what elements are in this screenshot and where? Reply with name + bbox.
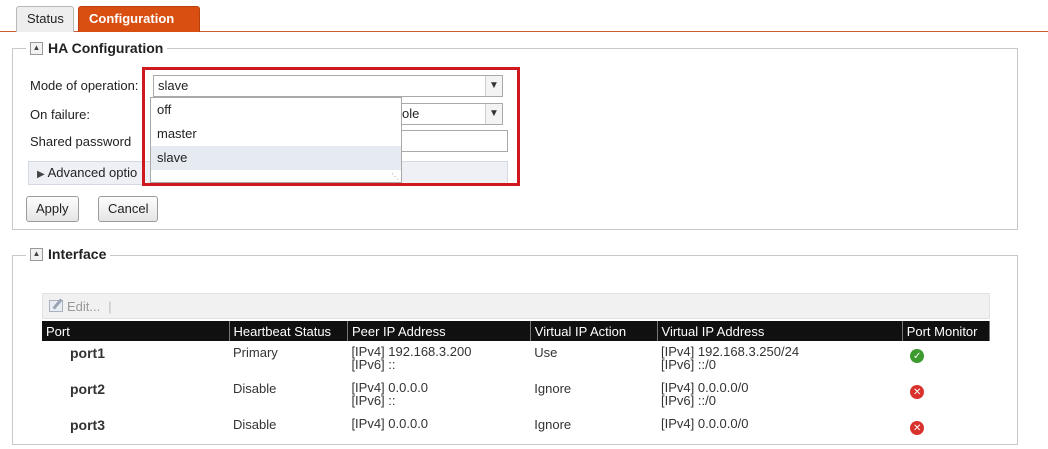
- vip-action-cell: Ignore: [534, 381, 572, 396]
- x-circle-icon: ✕: [910, 385, 925, 399]
- vip-ipv6: [IPv6] ::/0: [661, 357, 716, 372]
- mode-of-operation-select[interactable]: slave ▼: [153, 75, 503, 97]
- collapse-icon[interactable]: ▲: [30, 41, 43, 55]
- mode-of-operation-dropdown: off master slave ⋱: [150, 97, 402, 183]
- ha-configuration-legend: ▲ HA Configuration: [26, 40, 168, 56]
- on-failure-value: ole: [402, 106, 420, 121]
- toolbar-separator: |: [108, 298, 112, 314]
- shared-password-label: Shared password: [30, 134, 132, 149]
- peer-ipv6: [IPv6] ::: [351, 357, 396, 372]
- tab-bar: Status Configuration: [0, 0, 1048, 32]
- vip-action-cell: Ignore: [534, 417, 572, 432]
- column-header-virtual-ip-action[interactable]: Virtual IP Action: [530, 321, 658, 341]
- column-header-peer-ip-address[interactable]: Peer IP Address: [347, 321, 531, 341]
- vip-ipv4: [IPv4] 0.0.0.0/0: [661, 416, 749, 431]
- table-row[interactable]: port2 Disable [IPv4] 0.0.0.0 [IPv6] :: I…: [42, 377, 990, 413]
- heartbeat-cell: Disable: [233, 381, 277, 396]
- vip-address-cell: [IPv4] 0.0.0.0/0 [IPv6] ::/0: [657, 377, 902, 413]
- x-circle-icon: ✕: [910, 421, 925, 435]
- dropdown-option-slave[interactable]: slave: [151, 146, 401, 170]
- interface-legend: ▲ Interface: [26, 246, 111, 262]
- edit-icon[interactable]: [49, 300, 63, 312]
- dropdown-option-master[interactable]: master: [151, 122, 401, 146]
- edit-button[interactable]: Edit...: [67, 299, 100, 314]
- table-row[interactable]: port1 Primary [IPv4] 192.168.3.200 [IPv6…: [42, 341, 990, 377]
- column-header-port[interactable]: Port: [42, 321, 230, 341]
- tab-configuration[interactable]: Configuration: [78, 6, 200, 32]
- dropdown-option-off[interactable]: off: [151, 98, 401, 122]
- vip-address-cell: [IPv4] 192.168.3.250/24 [IPv6] ::/0: [657, 341, 902, 377]
- column-header-virtual-ip-address[interactable]: Virtual IP Address: [657, 321, 903, 341]
- vip-ipv6: [IPv6] ::/0: [661, 393, 716, 408]
- port-cell: port1: [70, 345, 105, 361]
- peer-ip-cell: [IPv4] 192.168.3.200 [IPv6] ::: [347, 341, 530, 377]
- port-monitor-cell: ✕: [902, 413, 989, 449]
- port-cell: port3: [70, 417, 105, 433]
- port-cell: port2: [70, 381, 105, 397]
- heartbeat-cell: Disable: [233, 417, 277, 432]
- table-row[interactable]: port3 Disable [IPv4] 0.0.0.0 Ignore [IPv…: [42, 413, 990, 449]
- advanced-options-label: Advanced optio: [47, 165, 138, 180]
- peer-ipv4: [IPv4] 0.0.0.0: [351, 416, 429, 431]
- column-header-heartbeat-status[interactable]: Heartbeat Status: [229, 321, 348, 341]
- column-header-port-monitor[interactable]: Port Monitor: [902, 321, 991, 341]
- heartbeat-cell: Primary: [233, 345, 278, 360]
- mode-of-operation-label: Mode of operation:: [30, 78, 139, 93]
- cancel-button[interactable]: Cancel: [98, 196, 159, 222]
- collapse-icon[interactable]: ▲: [30, 247, 43, 261]
- apply-button[interactable]: Apply: [26, 196, 79, 222]
- interface-table: Port Heartbeat Status Peer IP Address Vi…: [42, 321, 991, 449]
- vip-address-cell: [IPv4] 0.0.0.0/0: [657, 413, 902, 449]
- tab-status[interactable]: Status: [16, 6, 74, 32]
- port-monitor-cell: ✓: [902, 341, 989, 377]
- resize-grip-icon[interactable]: ⋱: [391, 172, 399, 181]
- check-circle-icon: ✓: [910, 349, 925, 363]
- table-header-row: Port Heartbeat Status Peer IP Address Vi…: [42, 321, 991, 341]
- peer-ip-cell: [IPv4] 0.0.0.0 [IPv6] ::: [347, 377, 530, 413]
- chevron-down-icon[interactable]: ▼: [485, 104, 502, 124]
- on-failure-label: On failure:: [30, 107, 90, 122]
- expand-triangle-icon: ▶: [37, 169, 45, 180]
- interface-title: Interface: [48, 246, 107, 262]
- mode-of-operation-value: slave: [158, 78, 189, 93]
- peer-ip-cell: [IPv4] 0.0.0.0: [347, 413, 530, 449]
- interface-toolbar: Edit... |: [42, 293, 990, 319]
- peer-ipv6: [IPv6] ::: [351, 393, 396, 408]
- port-monitor-cell: ✕: [902, 377, 989, 413]
- chevron-down-icon[interactable]: ▼: [485, 76, 502, 96]
- vip-action-cell: Use: [534, 345, 558, 360]
- ha-configuration-title: HA Configuration: [48, 40, 164, 56]
